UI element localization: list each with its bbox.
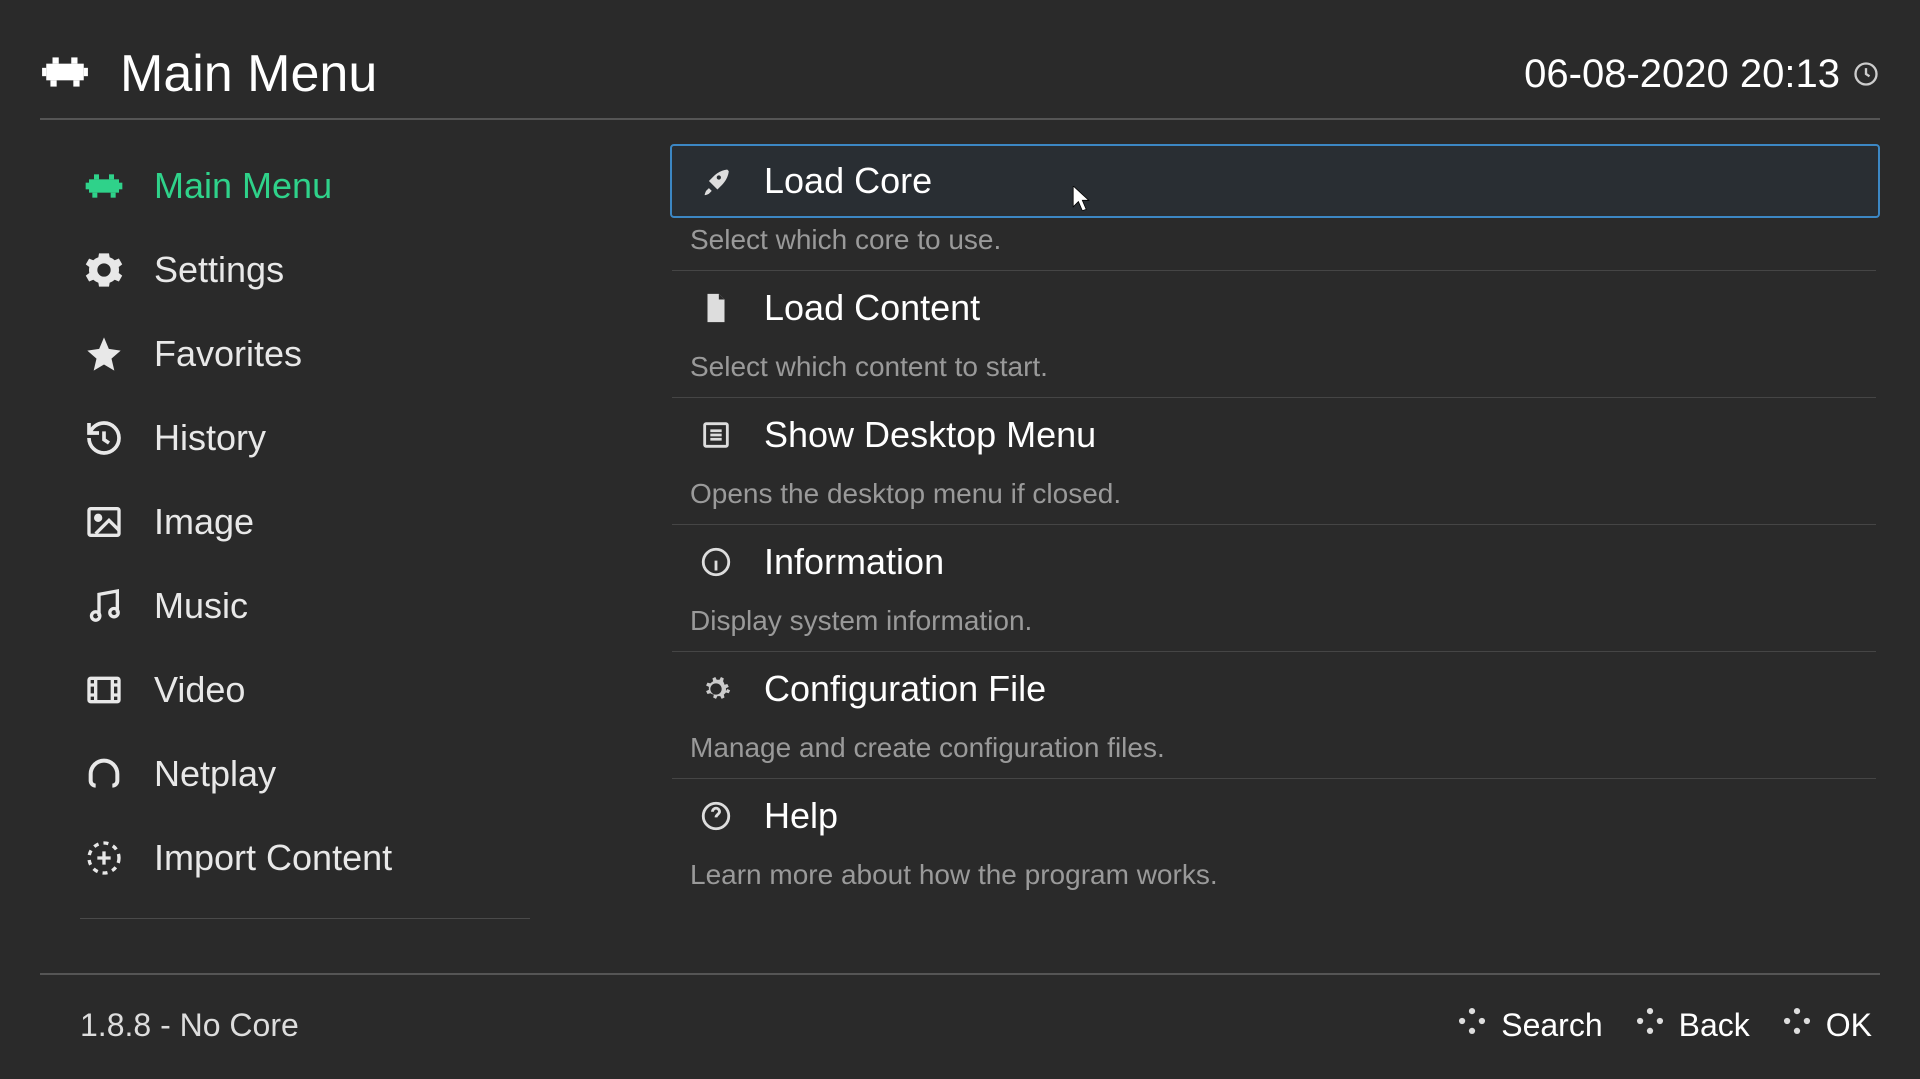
hint-search[interactable]: Search	[1455, 1004, 1602, 1046]
plus-dashed-icon	[80, 838, 128, 878]
menu-group-configuration-file: Configuration File Manage and create con…	[670, 652, 1880, 779]
body: Main Menu Settings Favorites History	[40, 122, 1880, 969]
menu-item-label: Show Desktop Menu	[764, 414, 1096, 456]
sidebar-item-history[interactable]: History	[80, 396, 530, 480]
menu-item-desc: Manage and create configuration files.	[672, 726, 1876, 779]
music-icon	[80, 586, 128, 626]
header-bar: Main Menu 06-08-2020 20:13	[40, 30, 1880, 120]
menu-item-desc: Select which content to start.	[672, 345, 1876, 398]
sidebar-item-label: Image	[154, 501, 254, 543]
menu-item-label: Configuration File	[764, 668, 1046, 710]
sidebar-item-label: Favorites	[154, 333, 302, 375]
menu-item-desc: Opens the desktop menu if closed.	[672, 472, 1876, 525]
footer-hints: Search Back OK	[1455, 1004, 1880, 1046]
status-label: 1.8.8 - No Core	[40, 1007, 299, 1044]
sidebar: Main Menu Settings Favorites History	[40, 122, 570, 969]
sidebar-list: Main Menu Settings Favorites History	[80, 144, 530, 919]
hint-label: Search	[1501, 1007, 1602, 1044]
footer-bar: 1.8.8 - No Core Search Back OK	[40, 973, 1880, 1053]
sidebar-item-label: Settings	[154, 249, 284, 291]
sidebar-item-label: Main Menu	[154, 165, 332, 207]
menu-item-desc: Display system information.	[672, 599, 1876, 652]
netplay-icon	[80, 754, 128, 794]
datetime-label: 06-08-2020 20:13	[1524, 52, 1840, 97]
sidebar-item-favorites[interactable]: Favorites	[80, 312, 530, 396]
history-icon	[80, 418, 128, 458]
sidebar-item-video[interactable]: Video	[80, 648, 530, 732]
menu-group-show-desktop-menu: Show Desktop Menu Opens the desktop menu…	[670, 398, 1880, 525]
sidebar-item-music[interactable]: Music	[80, 564, 530, 648]
menu-group-load-content: Load Content Select which content to sta…	[670, 271, 1880, 398]
question-icon	[698, 798, 734, 834]
menu-item-configuration-file[interactable]: Configuration File	[670, 652, 1880, 726]
main-panel: Load Core Select which core to use. Load…	[570, 122, 1880, 969]
sidebar-item-label: Video	[154, 669, 245, 711]
sidebar-item-netplay[interactable]: Netplay	[80, 732, 530, 816]
menu-item-label: Load Content	[764, 287, 980, 329]
star-icon	[80, 334, 128, 374]
sidebar-item-label: Music	[154, 585, 248, 627]
rocket-icon	[698, 163, 734, 199]
menu-item-label: Load Core	[764, 160, 932, 202]
invader-icon	[80, 166, 128, 206]
list-icon	[698, 417, 734, 453]
app-logo-icon	[40, 47, 90, 102]
file-icon	[698, 290, 734, 326]
menu-item-desc: Learn more about how the program works.	[672, 853, 1876, 905]
video-icon	[80, 670, 128, 710]
hint-label: OK	[1826, 1007, 1872, 1044]
clock-icon	[1852, 60, 1880, 88]
sidebar-item-main-menu[interactable]: Main Menu	[80, 144, 530, 228]
hint-back[interactable]: Back	[1633, 1004, 1750, 1046]
info-icon	[698, 544, 734, 580]
menu-item-show-desktop-menu[interactable]: Show Desktop Menu	[670, 398, 1880, 472]
sidebar-item-settings[interactable]: Settings	[80, 228, 530, 312]
sidebar-item-image[interactable]: Image	[80, 480, 530, 564]
hint-label: Back	[1679, 1007, 1750, 1044]
sidebar-item-label: History	[154, 417, 266, 459]
hint-ok[interactable]: OK	[1780, 1004, 1872, 1046]
menu-item-load-content[interactable]: Load Content	[670, 271, 1880, 345]
image-icon	[80, 502, 128, 542]
menu-item-label: Information	[764, 541, 944, 583]
sidebar-item-label: Import Content	[154, 837, 392, 879]
menu-item-help[interactable]: Help	[670, 779, 1880, 853]
gear-icon	[80, 250, 128, 290]
gear-small-icon	[698, 671, 734, 707]
menu-item-information[interactable]: Information	[670, 525, 1880, 599]
menu-group-load-core: Load Core Select which core to use.	[670, 144, 1880, 271]
menu-group-information: Information Display system information.	[670, 525, 1880, 652]
dpad-icon	[1780, 1004, 1814, 1046]
header-right: 06-08-2020 20:13	[1524, 52, 1880, 97]
menu-item-desc: Select which core to use.	[672, 218, 1876, 271]
menu-group-help: Help Learn more about how the program wo…	[670, 779, 1880, 905]
dpad-icon	[1633, 1004, 1667, 1046]
page-title: Main Menu	[120, 44, 377, 104]
menu-item-label: Help	[764, 795, 838, 837]
sidebar-item-import-content[interactable]: Import Content	[80, 816, 530, 900]
sidebar-item-label: Netplay	[154, 753, 276, 795]
dpad-icon	[1455, 1004, 1489, 1046]
header-left: Main Menu	[40, 44, 377, 104]
menu-item-load-core[interactable]: Load Core	[670, 144, 1880, 218]
